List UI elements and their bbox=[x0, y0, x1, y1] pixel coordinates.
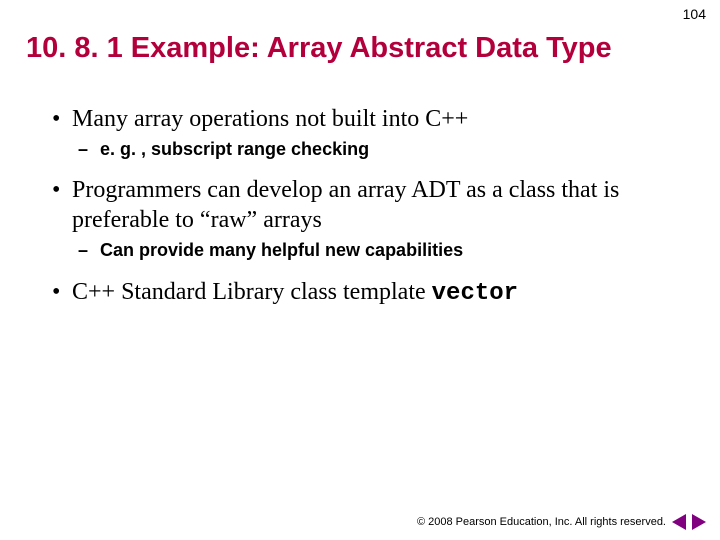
bullet-2-text: Programmers can develop an array ADT as … bbox=[72, 177, 619, 233]
next-arrow-icon[interactable] bbox=[692, 514, 706, 530]
bullet-dot-icon: • bbox=[52, 175, 60, 205]
bullet-2-sub: – Can provide many helpful new capabilit… bbox=[100, 239, 680, 262]
slide-content: • Many array operations not built into C… bbox=[72, 104, 680, 313]
bullet-dot-icon: • bbox=[52, 104, 60, 134]
bullet-dot-icon: • bbox=[52, 277, 60, 307]
bullet-1: • Many array operations not built into C… bbox=[72, 104, 680, 134]
bullet-1-sub-text: e. g. , subscript range checking bbox=[100, 139, 369, 159]
slide-title: 10. 8. 1 Example: Array Abstract Data Ty… bbox=[26, 32, 694, 65]
bullet-2-sub-text: Can provide many helpful new capabilitie… bbox=[100, 240, 463, 260]
bullet-3-code: vector bbox=[432, 280, 518, 307]
page-number: 104 bbox=[683, 6, 706, 22]
bullet-3-prefix: C++ Standard Library class template bbox=[72, 279, 432, 305]
prev-arrow-icon[interactable] bbox=[672, 514, 686, 530]
bullet-1-text: Many array operations not built into C++ bbox=[72, 106, 468, 132]
bullet-2: • Programmers can develop an array ADT a… bbox=[72, 175, 680, 235]
bullet-3: • C++ Standard Library class template ve… bbox=[72, 277, 680, 309]
bullet-1-sub: – e. g. , subscript range checking bbox=[100, 138, 680, 161]
bullet-dash-icon: – bbox=[78, 239, 88, 262]
footer: © 2008 Pearson Education, Inc. All right… bbox=[417, 514, 706, 530]
copyright-text: © 2008 Pearson Education, Inc. All right… bbox=[417, 516, 666, 528]
bullet-dash-icon: – bbox=[78, 138, 88, 161]
